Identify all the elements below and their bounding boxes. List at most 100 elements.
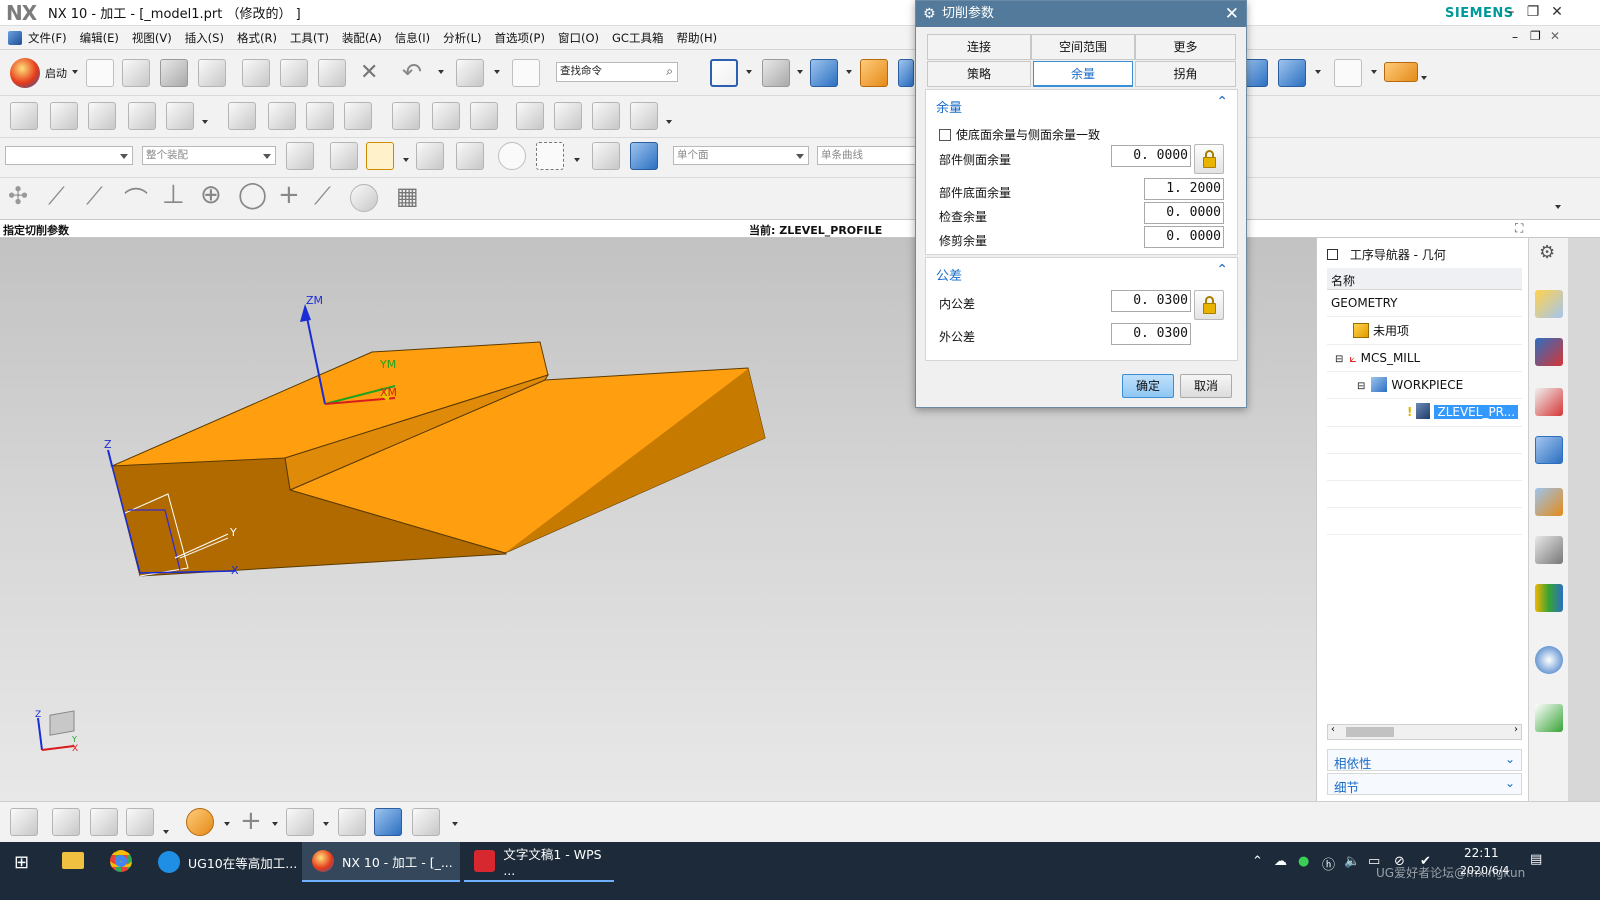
- tolerance-group-heading[interactable]: 公差: [936, 265, 962, 284]
- shop-docs-icon[interactable]: [344, 102, 372, 130]
- cam-setup-dropdown-icon[interactable]: [224, 822, 230, 826]
- tab-containment[interactable]: 空间范围: [1031, 34, 1135, 60]
- body-select-icon[interactable]: [630, 142, 658, 170]
- trim-stock-input[interactable]: 0. 0000: [1144, 226, 1224, 248]
- part-floor-stock-input[interactable]: 1. 2000: [1144, 178, 1224, 200]
- cylinder-icon[interactable]: [338, 808, 366, 836]
- column-header-name[interactable]: 名称: [1327, 268, 1522, 290]
- menu-tools[interactable]: 工具(T): [290, 30, 329, 46]
- point-icon[interactable]: +: [240, 806, 262, 836]
- doc-close-button[interactable]: ✕: [1550, 29, 1560, 43]
- collapse-chevron-icon[interactable]: ⌃: [1216, 94, 1228, 110]
- selection-filter-icon[interactable]: [286, 142, 314, 170]
- create-method-icon[interactable]: [126, 808, 154, 836]
- menu-app-icon[interactable]: [8, 30, 22, 45]
- menu-assembly[interactable]: 装配(A): [342, 30, 382, 46]
- dialog-close-icon[interactable]: ✕: [1225, 1, 1239, 27]
- render-style-icon[interactable]: [762, 59, 790, 87]
- toolbar-overflow-icon[interactable]: [1555, 205, 1561, 209]
- menu-help[interactable]: 帮助(H): [676, 30, 717, 46]
- snap-dropdown-icon[interactable]: [403, 158, 409, 162]
- web-browser-icon[interactable]: [1535, 704, 1563, 732]
- restore-button[interactable]: ❐: [1522, 4, 1544, 20]
- cut-icon[interactable]: [242, 59, 270, 87]
- cam-setup-icon[interactable]: [186, 808, 214, 836]
- dialog-title-bar[interactable]: ⚙ 切削参数 ✕: [916, 1, 1246, 27]
- program-order-view-icon[interactable]: [1535, 290, 1563, 318]
- start-icon[interactable]: [10, 58, 40, 88]
- shaded-dropdown-icon[interactable]: [846, 70, 852, 74]
- scroll-thumb[interactable]: [1346, 727, 1394, 737]
- collapse-icon[interactable]: ⊟: [1357, 381, 1365, 392]
- view-orient-icon[interactable]: [898, 59, 914, 87]
- delete-icon[interactable]: ✕: [360, 60, 378, 85]
- create-dropdown-icon[interactable]: [163, 830, 169, 834]
- face-select-icon[interactable]: [592, 142, 620, 170]
- wcs-icon[interactable]: [1334, 59, 1362, 87]
- batch-process-icon[interactable]: [432, 102, 460, 130]
- report-dropdown-icon[interactable]: [666, 120, 672, 124]
- minimize-button[interactable]: –: [1500, 4, 1522, 20]
- chrome-icon[interactable]: [110, 850, 132, 872]
- menu-format[interactable]: 格式(R): [237, 30, 277, 46]
- rect-select-dropdown-icon[interactable]: [574, 158, 580, 162]
- doc-restore-button[interactable]: ❐: [1530, 29, 1541, 43]
- control-point-icon[interactable]: ⌒: [124, 180, 148, 215]
- menu-insert[interactable]: 插入(S): [185, 30, 224, 46]
- file-explorer-icon[interactable]: [62, 852, 84, 869]
- print-icon[interactable]: [198, 59, 226, 87]
- info-feed-icon[interactable]: [1535, 646, 1563, 674]
- windows-start-icon[interactable]: ⊞: [14, 852, 29, 873]
- nav-row-workpiece[interactable]: ⊟ WORKPIECE: [1357, 374, 1463, 396]
- existing-point-icon[interactable]: +: [278, 180, 300, 210]
- assembly-scope-combo[interactable]: 整个装配: [142, 146, 276, 165]
- dependencies-section[interactable]: 相依性 ⌄: [1327, 749, 1522, 771]
- wechat-icon[interactable]: ●: [1298, 854, 1309, 869]
- start-dropdown-icon[interactable]: [72, 70, 78, 74]
- shaded-cube-icon[interactable]: [810, 59, 838, 87]
- scroll-left-icon[interactable]: ‹: [1331, 724, 1335, 735]
- plane-dropdown-icon[interactable]: [323, 822, 329, 826]
- stock-group-heading[interactable]: 余量: [936, 97, 962, 116]
- repeat-dropdown-icon[interactable]: [494, 70, 500, 74]
- outtol-input[interactable]: 0. 0300: [1111, 323, 1191, 345]
- object-transform-icon[interactable]: [554, 102, 582, 130]
- paste-icon[interactable]: [318, 59, 346, 87]
- doc-minimize-button[interactable]: –: [1512, 30, 1518, 44]
- copy-icon[interactable]: [280, 59, 308, 87]
- machine-tool-view-icon[interactable]: [1535, 338, 1563, 366]
- layer-icon[interactable]: [860, 59, 888, 87]
- list-toolpath-icon[interactable]: [306, 102, 334, 130]
- undo-dropdown-icon[interactable]: [438, 70, 444, 74]
- reuse-library-icon[interactable]: [1535, 584, 1563, 612]
- information-icon[interactable]: [512, 59, 540, 87]
- grid-snap-icon[interactable]: ▦: [396, 182, 419, 210]
- feed-rate-icon[interactable]: [516, 102, 544, 130]
- fullscreen-icon[interactable]: ⛶: [1515, 221, 1523, 236]
- nav-row-mcs-mill[interactable]: ⊟ ⟀ MCS_MILL: [1335, 347, 1420, 369]
- tolerance-lock-button[interactable]: [1194, 290, 1224, 320]
- end-point-icon[interactable]: ⟋: [48, 182, 65, 210]
- arc-center-icon[interactable]: ⊕: [200, 180, 222, 210]
- scroll-right-icon[interactable]: ›: [1514, 724, 1518, 735]
- details-section[interactable]: 细节 ⌄: [1327, 773, 1522, 795]
- tab-more[interactable]: 更多: [1135, 34, 1236, 60]
- machine-tool-icon[interactable]: [392, 102, 420, 130]
- box-dropdown-icon[interactable]: [452, 822, 458, 826]
- clock-time[interactable]: 22:11: [1464, 846, 1499, 860]
- search-icon[interactable]: ⌕: [666, 63, 673, 80]
- fit-view-icon[interactable]: [710, 59, 738, 87]
- dialog-settings-icon[interactable]: ⚙: [923, 1, 936, 27]
- funnel-filter-icon[interactable]: [330, 142, 358, 170]
- tab-strategy[interactable]: 策略: [927, 61, 1031, 87]
- wcs-dropdown-icon[interactable]: [1371, 70, 1377, 74]
- menu-window[interactable]: 窗口(O): [558, 30, 599, 46]
- curve-rule-combo[interactable]: 单条曲线: [817, 146, 917, 165]
- machining-report-icon[interactable]: [630, 102, 658, 130]
- menu-file[interactable]: 文件(F): [28, 30, 67, 46]
- machine-navigator-icon[interactable]: [1535, 488, 1563, 516]
- create-geometry-icon[interactable]: [90, 808, 118, 836]
- tab-corners[interactable]: 拐角: [1135, 61, 1236, 87]
- part-side-stock-input[interactable]: 0. 0000: [1111, 145, 1191, 167]
- snap-point-icon[interactable]: [366, 142, 394, 170]
